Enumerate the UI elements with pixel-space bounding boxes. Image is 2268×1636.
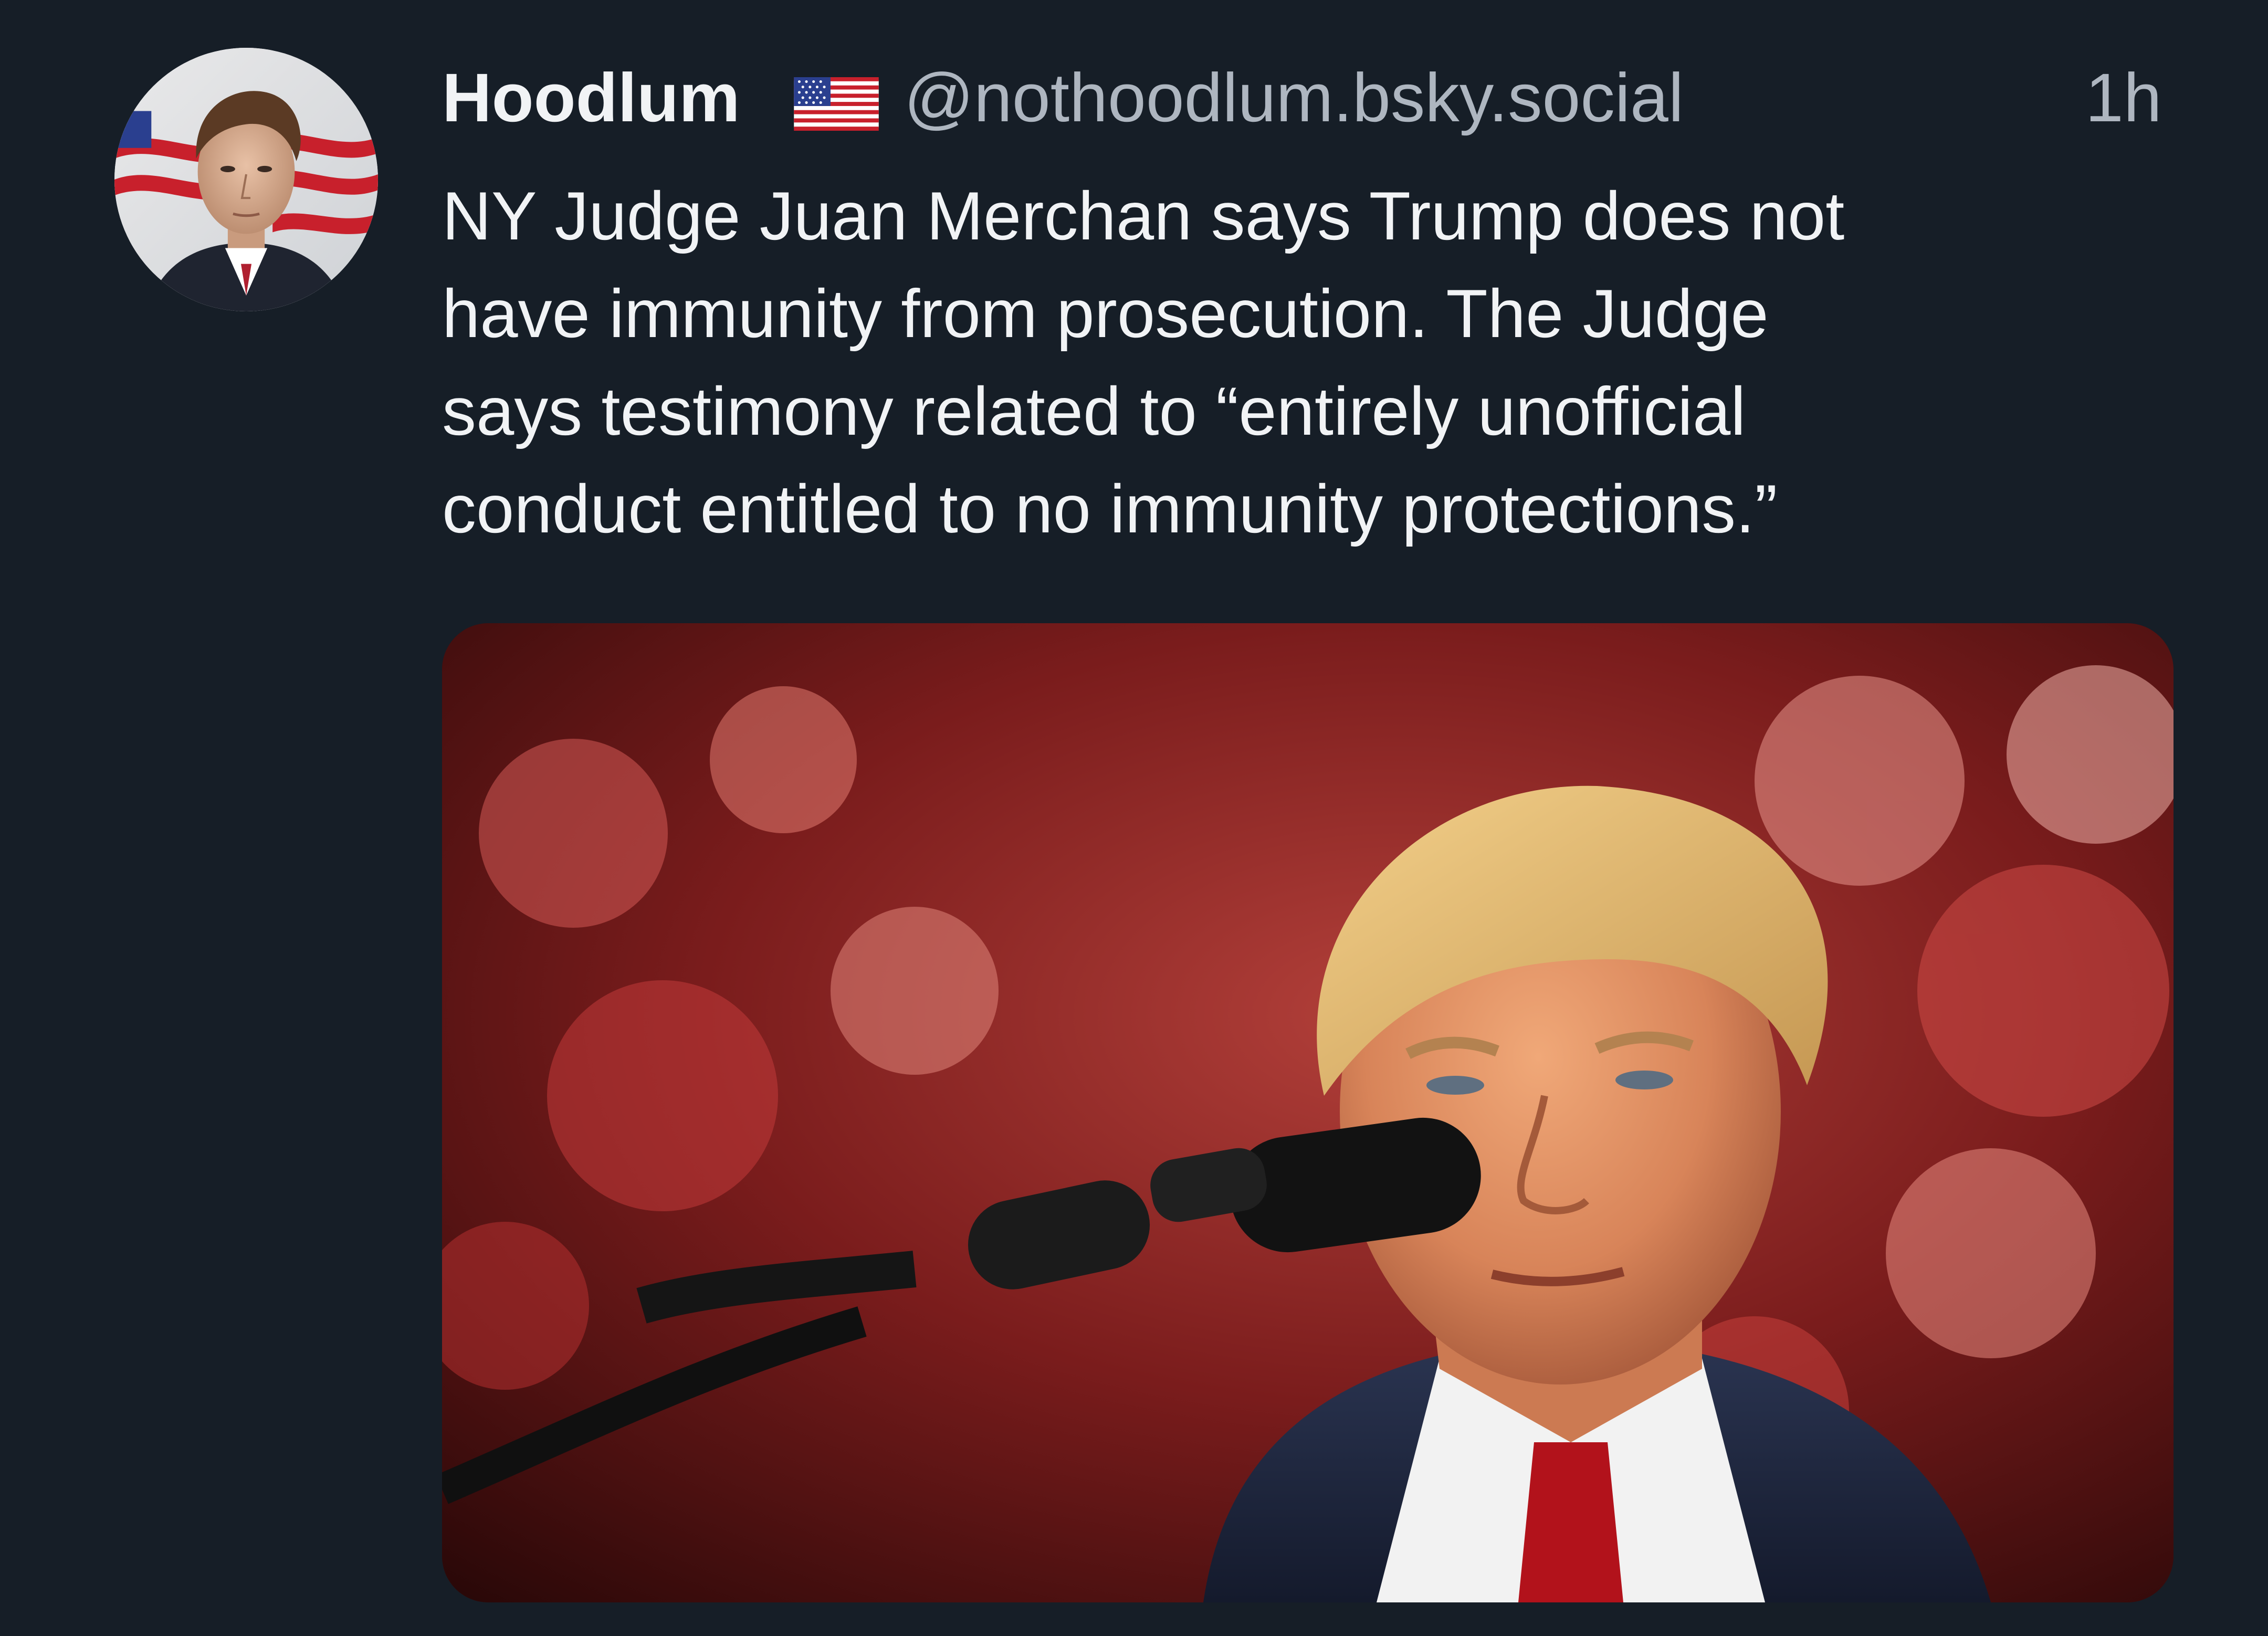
post-text-line: have immunity from prosecution. The Judg… [442,275,1769,352]
post-text: NY Judge Juan Merchan says Trump does no… [442,167,2190,558]
us-flag-icon [794,77,879,131]
post[interactable]: Hoodlum @nothoodlum.bsky.social 1h NY Ju… [0,0,2268,1636]
post-image[interactable] [442,623,2174,1602]
post-text-line: NY Judge Juan Merchan says Trump does no… [442,177,1845,254]
author-display-name[interactable]: Hoodlum [442,58,740,137]
post-text-line: conduct entitled to no immunity protecti… [442,470,1778,547]
post-timestamp[interactable]: 1h [2085,58,2162,137]
post-header: Hoodlum @nothoodlum.bsky.social 1h [442,50,2175,144]
author-handle[interactable]: @nothoodlum.bsky.social [904,58,1684,137]
post-text-line: says testimony related to “entirely unof… [442,373,1746,449]
author-avatar[interactable] [114,48,378,311]
